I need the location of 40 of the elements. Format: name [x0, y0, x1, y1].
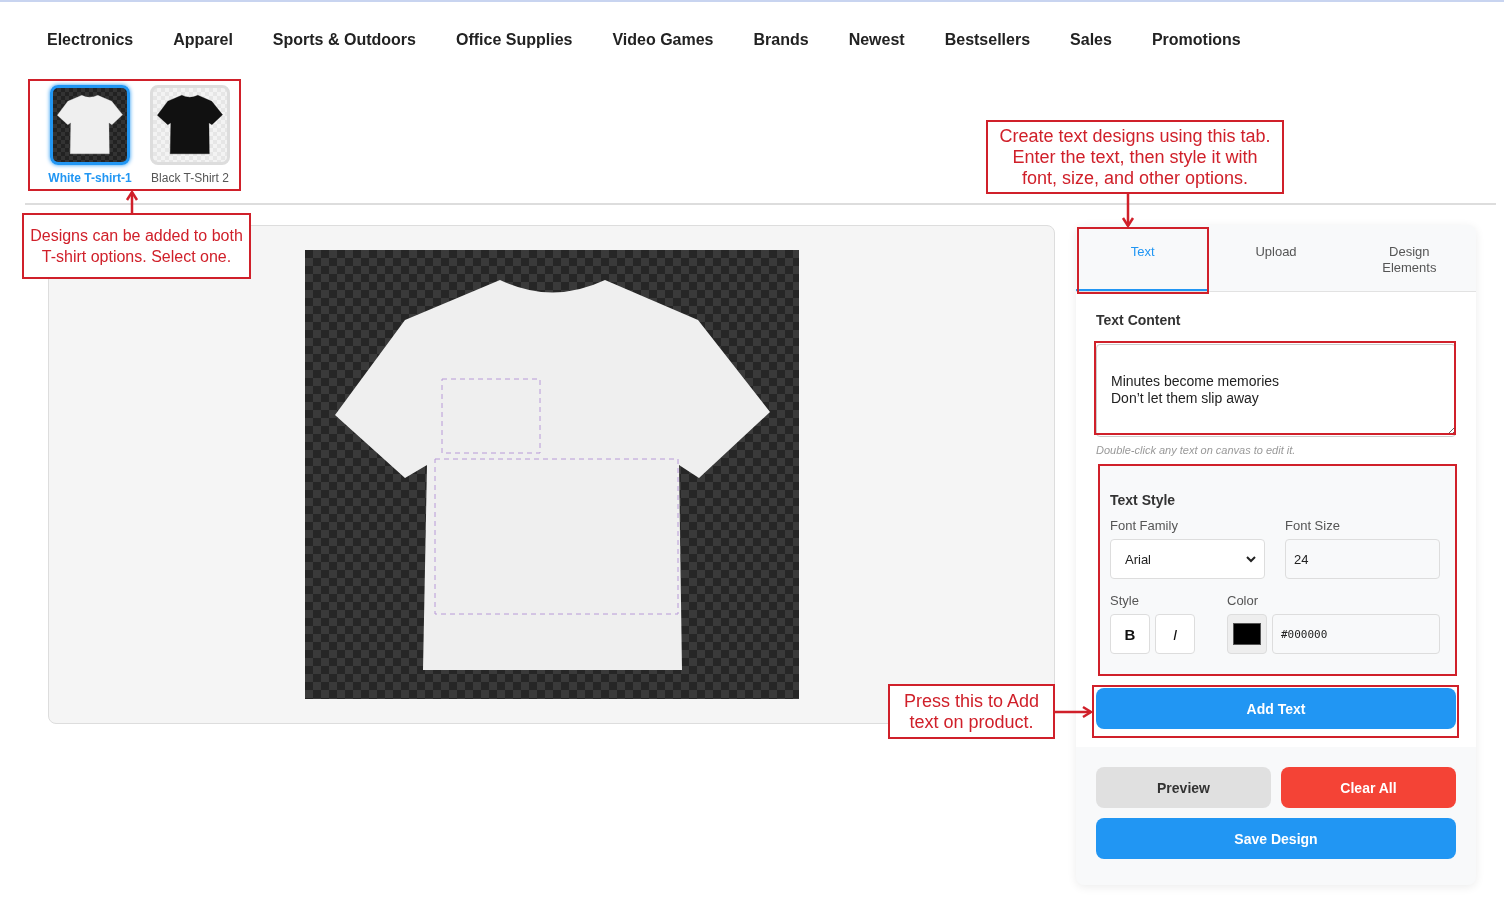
section-title: Text Content	[1096, 312, 1182, 328]
nav-link[interactable]: Office Supplies	[455, 22, 573, 68]
callout-note: Press this to Add text on product.	[888, 684, 1055, 739]
preview-button[interactable]: Preview	[1096, 767, 1271, 808]
field-label: Style	[1110, 593, 1140, 608]
callout-arrow	[1121, 194, 1135, 229]
nav-link[interactable]: Apparel	[173, 22, 233, 68]
callout-arrow	[125, 189, 139, 213]
product-name: Black T-Shirt 2	[151, 171, 229, 185]
panel-tab[interactable]: Design Elements	[1342, 225, 1476, 291]
callout-arrow	[1055, 705, 1094, 719]
nav-link[interactable]: Sports & Outdoors	[272, 22, 416, 68]
color-swatch[interactable]	[1227, 614, 1267, 654]
font-family-select[interactable]: Arial	[1110, 539, 1265, 579]
panel-tab[interactable]: Upload	[1209, 225, 1343, 291]
nav-link[interactable]: Video Games	[612, 22, 714, 68]
nav-link[interactable]: Bestsellers	[944, 22, 1031, 68]
product-thumbnail[interactable]	[50, 85, 130, 165]
section-title: Text Style	[1110, 492, 1177, 508]
italic-button[interactable]: I	[1155, 614, 1195, 654]
product-name: White T-shirt-1	[48, 171, 132, 185]
callout-note: Designs can be added to both T-shirt options. Select one.	[22, 213, 251, 279]
nav-link[interactable]: Newest	[848, 22, 905, 68]
text-content-field[interactable]: Minutes become memories Don’t let them slip away	[1096, 344, 1456, 437]
clear-all-button[interactable]: Clear All	[1281, 767, 1456, 808]
nav-link[interactable]: Electronics	[47, 22, 134, 68]
field-label: Font Family	[1110, 518, 1179, 533]
chevron-down-icon	[1246, 555, 1256, 563]
field-label: Color	[1227, 593, 1260, 608]
nav-link[interactable]: Brands	[753, 22, 809, 68]
hint-text: Double-click any text on canvas to edit it.	[1096, 444, 1297, 456]
t-shirt-drawing	[57, 95, 123, 154]
nav-link[interactable]: Sales	[1070, 22, 1112, 68]
nav-link[interactable]: Promotions	[1151, 22, 1241, 68]
t-shirt-drawing	[157, 95, 223, 154]
font-size-field[interactable]: 24	[1285, 539, 1440, 579]
field-label: Font Size	[1285, 518, 1341, 533]
bold-button[interactable]: B	[1110, 614, 1150, 654]
callout-note: Create text designs using this tab. Enter the text, then style it with font, size, and other options.	[986, 120, 1284, 194]
color-hex-field[interactable]: #000000	[1272, 614, 1440, 654]
